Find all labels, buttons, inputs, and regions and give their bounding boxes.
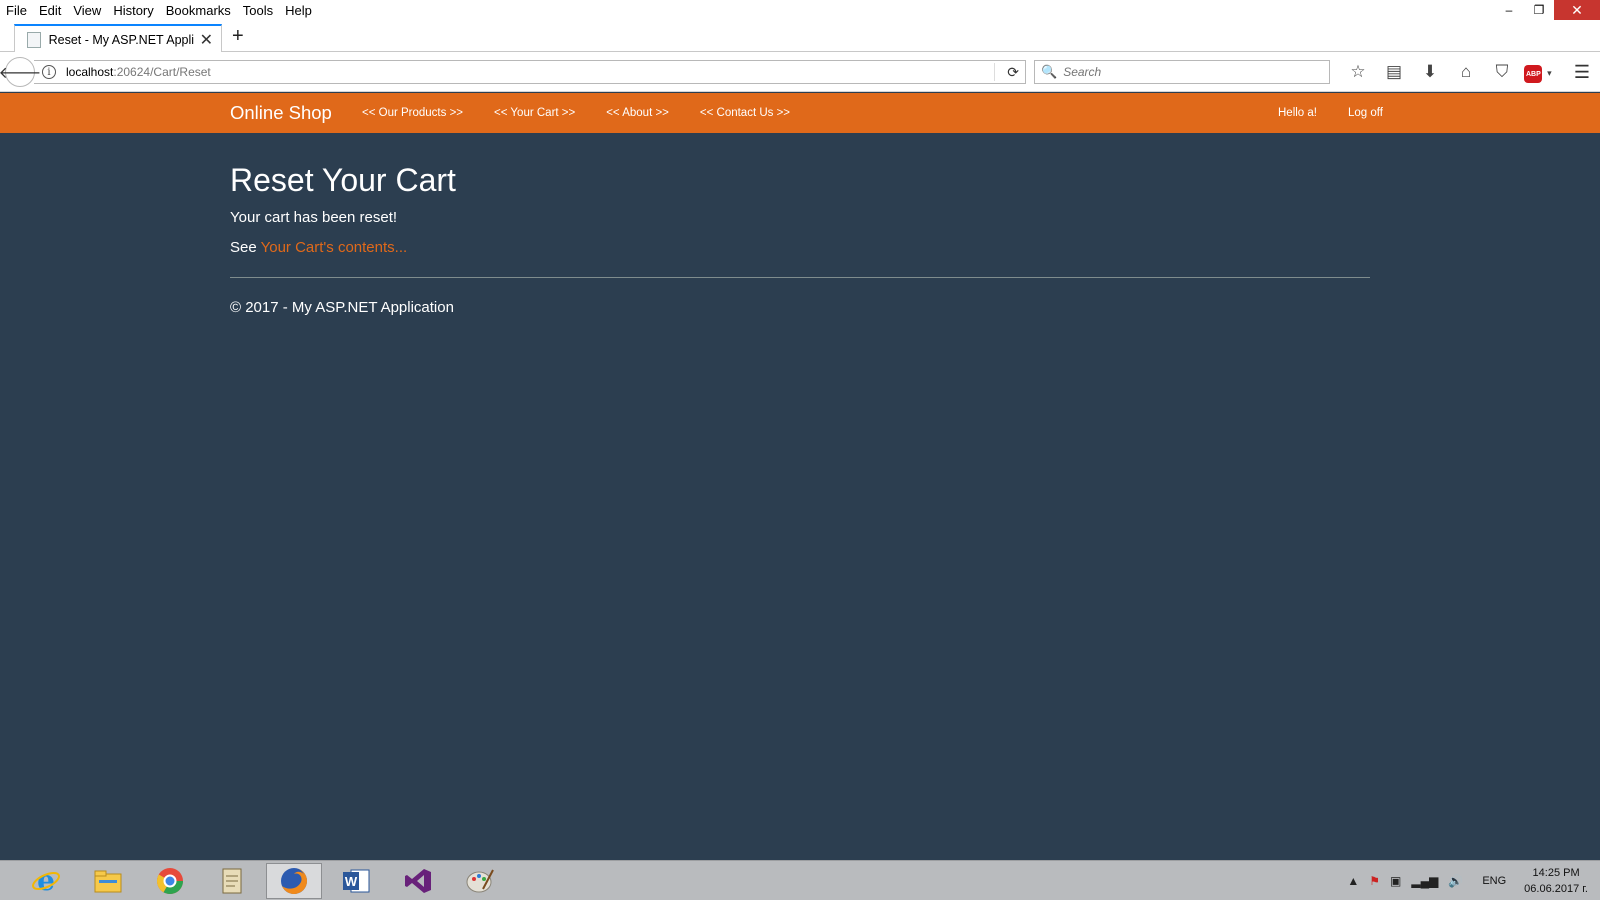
menu-help[interactable]: Help — [279, 0, 318, 21]
word-icon[interactable]: W — [328, 863, 384, 899]
url-text[interactable]: localhost:20624/Cart/Reset — [66, 65, 211, 79]
action-center-icon[interactable]: ▣ — [1390, 874, 1401, 888]
menu-file[interactable]: File — [0, 0, 33, 21]
minimize-button[interactable]: – — [1494, 0, 1524, 20]
svg-text:W: W — [345, 874, 358, 889]
search-bar[interactable]: 🔍 — [1034, 60, 1330, 84]
new-tab-button[interactable]: + — [232, 25, 244, 48]
site-info-icon[interactable]: i — [42, 65, 56, 79]
back-button[interactable]: 🡐 — [0, 57, 41, 87]
bookmarks-menu-icon[interactable]: ▤ — [1376, 62, 1412, 82]
tab-strip: Reset - My ASP.NET Applica ✕ + — [0, 21, 1600, 53]
menu-edit[interactable]: Edit — [33, 0, 67, 21]
browser-menubar: File Edit View History Bookmarks Tools H… — [0, 0, 1600, 21]
footer-copyright: © 2017 - My ASP.NET Application — [230, 299, 454, 317]
menu-view[interactable]: View — [67, 0, 107, 21]
search-icon: 🔍 — [1041, 64, 1058, 79]
show-hidden-icons-icon[interactable]: ▲ — [1347, 874, 1359, 888]
system-tray: ▲ ⚑ ▣ ▂▄▆ 🔊 ENG 14:25 PM 06.06.2017 г. — [1342, 861, 1588, 900]
menu-tools[interactable]: Tools — [237, 0, 279, 21]
clock-time: 14:25 PM — [1532, 867, 1580, 879]
hamburger-menu-icon[interactable]: ☰ — [1574, 62, 1590, 83]
pocket-icon[interactable]: ⛉ — [1484, 62, 1520, 82]
restore-button[interactable]: ❐ — [1524, 0, 1554, 20]
see-prefix: See — [230, 239, 257, 257]
main-content: Reset Your Cart Your cart has been reset… — [230, 133, 1370, 316]
page-title: Reset Your Cart — [230, 162, 456, 198]
windows-taskbar: e W ▲ ⚑ ▣ ▂▄▆ 🔊 ENG 14:25 PM 06.06.2017 … — [0, 860, 1600, 900]
adblock-icon[interactable]: ABP ▾ — [1520, 61, 1556, 84]
user-greeting-link[interactable]: Hello a! — [1278, 93, 1317, 133]
window-controls: – ❐ ✕ — [1494, 0, 1600, 20]
nav-our-products[interactable]: << Our Products >> — [362, 93, 463, 133]
see-cart-line: See Your Cart's contents... — [230, 239, 1370, 256]
browser-tab-active[interactable]: Reset - My ASP.NET Applica ✕ — [14, 24, 222, 53]
reset-message: Your cart has been reset! — [230, 209, 398, 227]
downloads-icon[interactable]: ⬇ — [1412, 62, 1448, 82]
home-icon[interactable]: ⌂ — [1448, 62, 1484, 82]
page-favicon-icon — [27, 31, 41, 48]
volume-icon[interactable]: 🔊 — [1448, 874, 1463, 888]
menu-bookmarks[interactable]: Bookmarks — [160, 0, 237, 21]
search-input[interactable] — [1063, 65, 1314, 79]
notepad-icon[interactable] — [204, 863, 260, 899]
svg-text:e: e — [37, 866, 55, 896]
address-bar[interactable]: i localhost:20624/Cart/Reset ⟳ — [34, 60, 1026, 84]
footer-divider — [230, 277, 1370, 279]
site-brand-link[interactable]: Online Shop — [230, 93, 332, 133]
close-window-button[interactable]: ✕ — [1554, 0, 1600, 20]
visual-studio-icon[interactable] — [390, 863, 446, 899]
bookmark-star-icon[interactable]: ☆ — [1340, 62, 1376, 82]
cart-contents-link[interactable]: Your Cart's contents... — [261, 239, 408, 256]
paint-icon[interactable] — [452, 863, 508, 899]
site-navbar: Online Shop << Our Products >> << Your C… — [0, 93, 1600, 133]
chrome-icon[interactable] — [142, 863, 198, 899]
url-separator — [994, 63, 995, 81]
reload-icon[interactable]: ⟳ — [1007, 64, 1019, 81]
security-alert-icon[interactable]: ⚑ — [1369, 874, 1380, 888]
nav-contact-us[interactable]: << Contact Us >> — [700, 93, 790, 133]
input-language[interactable]: ENG — [1482, 875, 1506, 887]
internet-explorer-icon[interactable]: e — [18, 863, 74, 899]
nav-your-cart[interactable]: << Your Cart >> — [494, 93, 575, 133]
user-nav: Hello a! Log off — [1278, 93, 1414, 133]
menu-history[interactable]: History — [107, 0, 159, 21]
tab-close-icon[interactable]: ✕ — [200, 30, 213, 50]
clock-date: 06.06.2017 г. — [1524, 883, 1588, 895]
browser-toolbar: i localhost:20624/Cart/Reset ⟳ 🡐 🔍 ☆ ▤ ⬇… — [0, 52, 1600, 92]
network-icon[interactable]: ▂▄▆ — [1411, 874, 1438, 888]
toolbar-icons: ☆ ▤ ⬇ ⌂ ⛉ ABP ▾ — [1340, 60, 1556, 84]
nav-about[interactable]: << About >> — [606, 93, 669, 133]
site-nav-links: << Our Products >> << Your Cart >> << Ab… — [362, 93, 821, 133]
firefox-icon[interactable] — [266, 863, 322, 899]
tab-title: Reset - My ASP.NET Applica — [48, 32, 194, 47]
clock[interactable]: 14:25 PM 06.06.2017 г. — [1524, 865, 1588, 897]
file-explorer-icon[interactable] — [80, 863, 136, 899]
logoff-link[interactable]: Log off — [1348, 93, 1383, 133]
